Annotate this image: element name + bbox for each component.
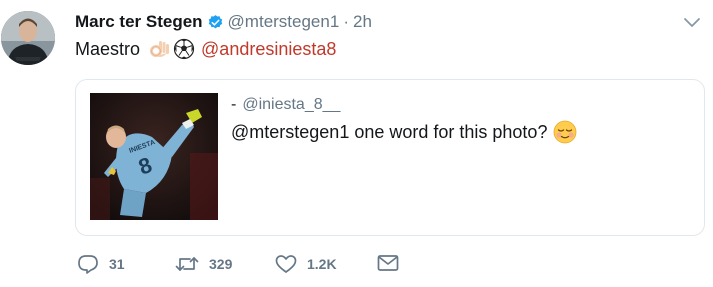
author-name[interactable]: Marc ter Stegen [75, 12, 203, 32]
tweet-text: Maestro @andresiniesta8 [75, 36, 336, 62]
quoted-tweet-text: @mterstegen1 one word for this photo? [231, 120, 577, 144]
tweet-text-body: Maestro [75, 38, 141, 59]
timestamp-link[interactable]: 2h [353, 12, 372, 32]
reply-count: 31 [109, 256, 125, 272]
chevron-down-icon[interactable] [682, 16, 702, 30]
quoted-tweet-handle[interactable]: @iniesta_8__ [242, 96, 340, 113]
relieved-face-emoji-icon [553, 120, 577, 144]
author-handle[interactable]: @mterstegen1 [228, 12, 340, 32]
mention-link[interactable]: @andresiniesta8 [201, 39, 336, 60]
soccer-ball-emoji-icon [173, 38, 195, 60]
retweet-button[interactable]: 329 [175, 254, 232, 274]
tweet-header: Marc ter Stegen @mterstegen1 · 2h [75, 11, 372, 33]
envelope-icon [377, 254, 399, 272]
heart-icon [275, 254, 297, 274]
quoted-tweet-header: - @iniesta_8__ [231, 96, 340, 114]
retweet-icon [175, 254, 199, 274]
separator-dot: · [343, 12, 349, 31]
ok-hand-emoji-icon [148, 38, 170, 60]
tweet[interactable]: Marc ter Stegen @mterstegen1 · 2h Maestr… [0, 0, 713, 287]
quoted-tweet-prefix: - [231, 96, 237, 113]
avatar[interactable] [1, 11, 55, 65]
retweet-count: 329 [209, 256, 233, 272]
reply-icon [77, 254, 99, 274]
quoted-tweet-text-body: @mterstegen1 one word for this photo? [231, 121, 548, 142]
direct-message-button[interactable] [377, 254, 399, 272]
quoted-tweet-image[interactable]: 8 INIESTA [90, 93, 218, 220]
quoted-tweet-card[interactable]: 8 INIESTA - @iniesta_8__ @mterstegen1 one… [75, 79, 705, 236]
like-count: 1.2K [307, 256, 337, 272]
verified-badge-icon [207, 14, 224, 31]
reply-button[interactable]: 31 [77, 254, 125, 274]
like-button[interactable]: 1.2K [275, 254, 337, 274]
